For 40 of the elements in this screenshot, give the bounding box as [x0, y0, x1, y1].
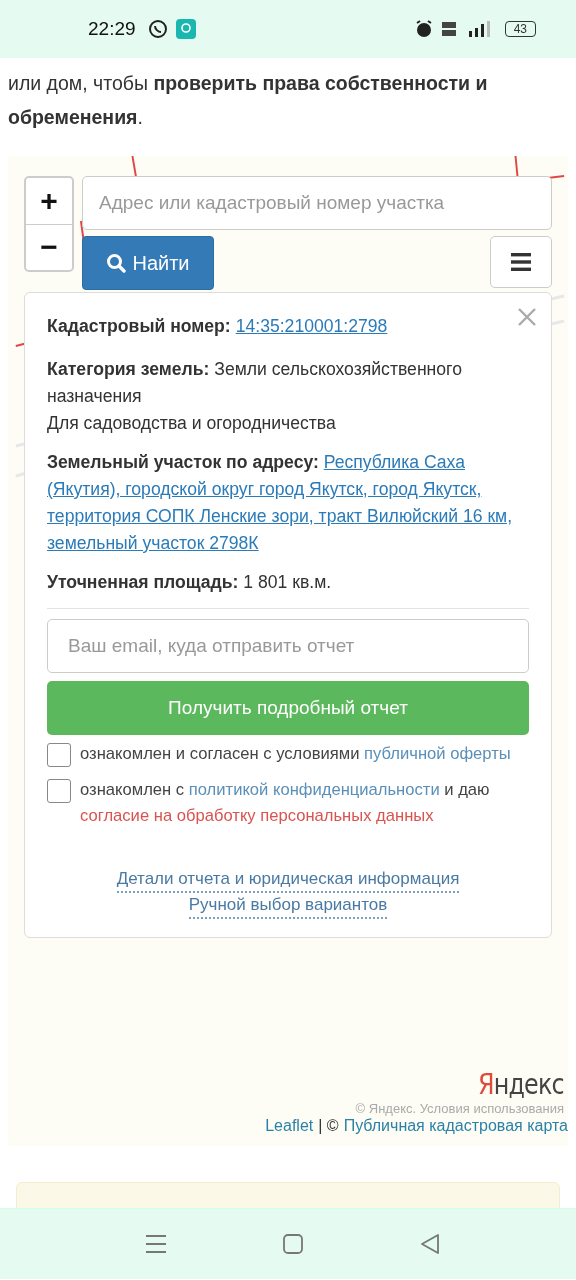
cadastral-link[interactable]: 14:35:210001:2798	[235, 313, 388, 340]
details-link[interactable]: Детали отчета и юридическая информация	[116, 867, 460, 893]
home-icon[interactable]	[282, 1233, 304, 1255]
category-text: Категория земель: Земли сельскохозяйственного назначения	[47, 358, 463, 408]
attribution-text: | ©	[318, 1116, 339, 1136]
report-button[interactable]: Получить подробный отчет	[47, 681, 529, 735]
field-label: Уточненная площадь:	[47, 572, 239, 592]
search-field[interactable]: Адрес или кадастровый номер участка	[82, 176, 552, 230]
source-link[interactable]: Публичная кадастровая карта	[343, 1116, 568, 1136]
leaflet-link[interactable]: Leaflet	[265, 1116, 314, 1136]
intro-text: или дом, чтобы проверить права собственности и обременения.	[7, 71, 489, 130]
email-field[interactable]: Ваш email, куда отправить отчет	[47, 619, 529, 673]
address-text: Земельный участок по адресу: Республика Саха (Якутия), городской округ город Якутск, город Якутск, территория СОПК Ленские зори, тракт Вилюйский 16 км, земельный участок 2798К	[47, 451, 514, 555]
consent-checkbox[interactable]	[47, 779, 71, 803]
consent-checkbox[interactable]	[47, 743, 71, 767]
details-link[interactable]: Ручной выбор вариантов	[188, 893, 388, 919]
field-label: Кадастровый номер:	[47, 315, 231, 338]
find-button[interactable]: Найти	[82, 236, 214, 290]
close-icon[interactable]	[517, 307, 537, 327]
menu-icon[interactable]	[145, 1233, 167, 1255]
chat-icon	[147, 19, 168, 39]
back-icon[interactable]	[419, 1233, 441, 1255]
consent-link[interactable]: согласие на обработку персональных данных	[80, 806, 434, 825]
status-time: 22:29	[88, 18, 136, 40]
consent-text: ознакомлен и согласен с условиями	[80, 744, 360, 763]
field-value: Для садоводства и огородничества	[47, 412, 337, 435]
alarm-icon	[414, 20, 433, 38]
field-value: 1 801 кв.м.	[243, 572, 332, 592]
battery-level: 43	[504, 21, 536, 37]
search-icon	[106, 253, 127, 273]
offer-link[interactable]: политикой конфиденциальности	[188, 780, 440, 799]
menu-button[interactable]	[490, 236, 552, 288]
consent-text: и даю	[444, 780, 490, 799]
app-icon	[175, 19, 196, 39]
yandex-logo: Яндекс	[478, 1068, 564, 1101]
zoom-in-button[interactable]: +	[26, 178, 72, 225]
offer-link[interactable]: публичной оферты	[364, 744, 511, 763]
menu-icon	[511, 253, 531, 271]
consent-text: ознакомлен с	[80, 780, 185, 799]
terms-link[interactable]: © Яндекс. Условия использования	[355, 1101, 564, 1116]
